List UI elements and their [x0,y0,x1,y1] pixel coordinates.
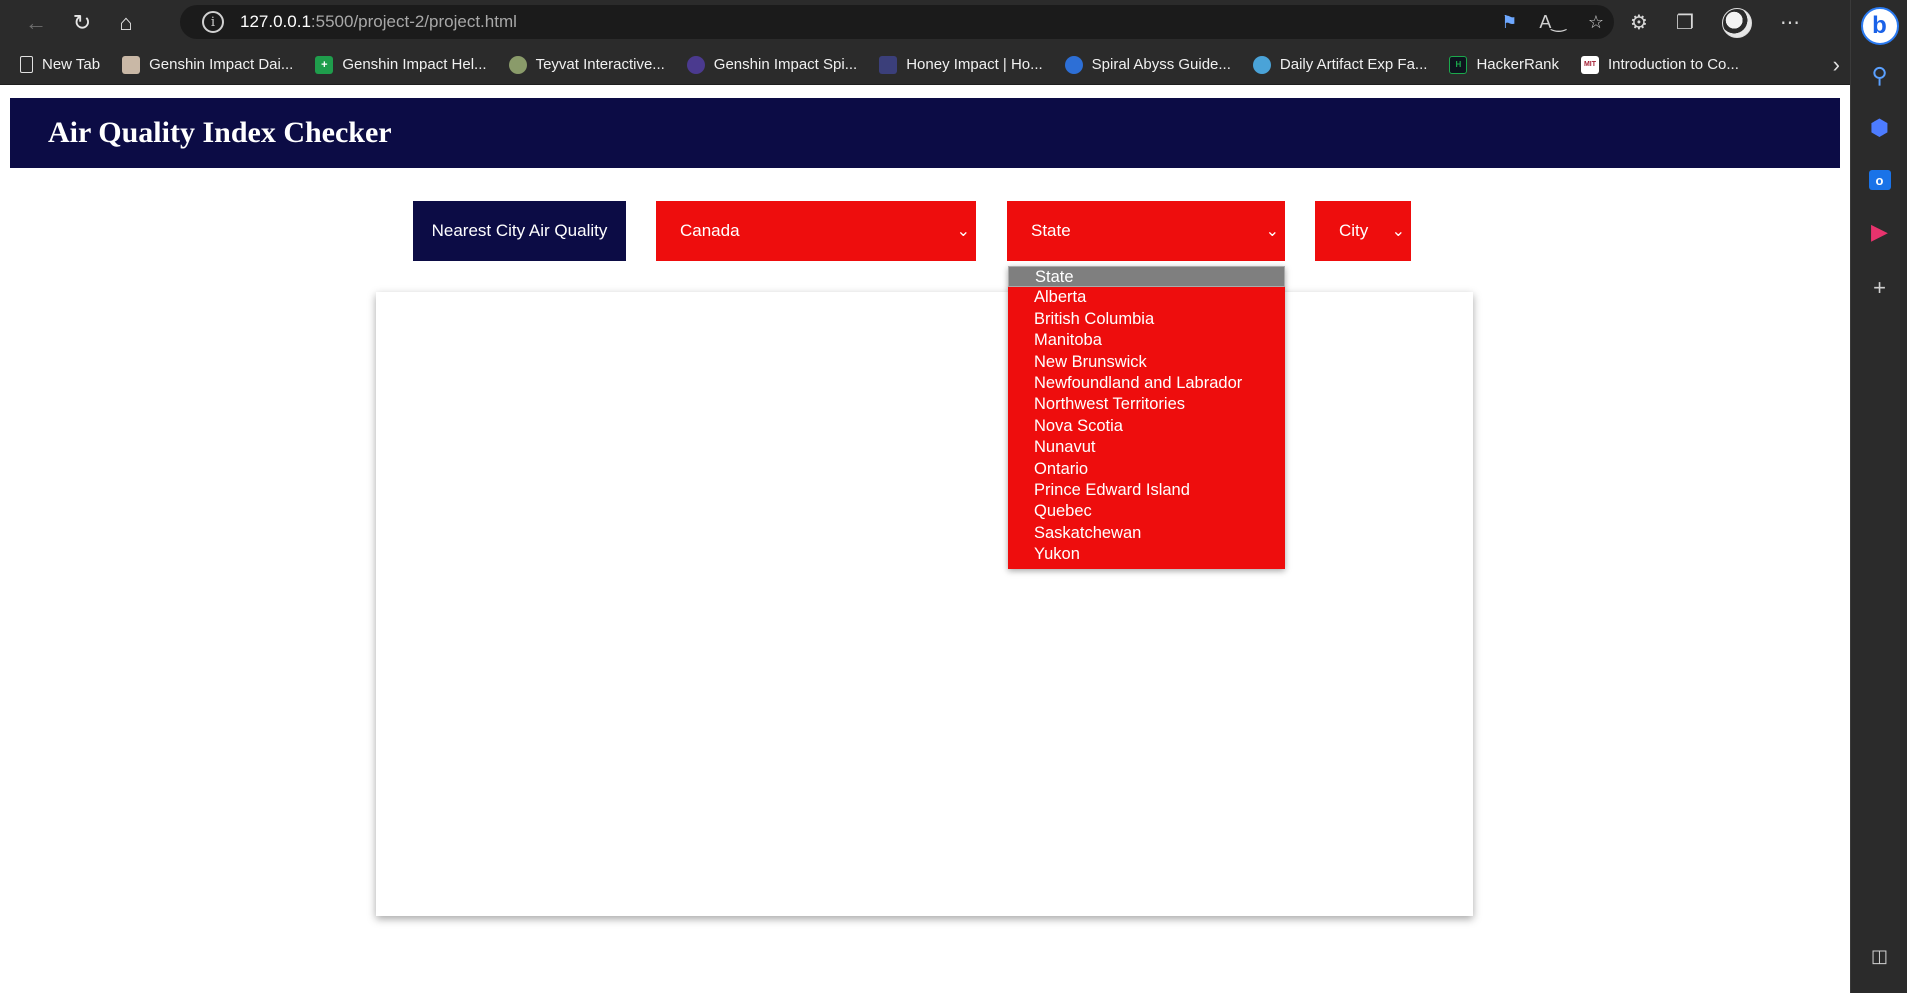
controls-row: Nearest City Air Quality Canada ⌄ State … [0,201,1850,261]
state-option[interactable]: Manitoba [1008,330,1285,351]
country-select[interactable]: Canada ⌄ [656,201,976,261]
bookmark-genshin-spiral[interactable]: Genshin Impact Spi... [686,55,858,74]
genshin-icon [122,55,141,74]
state-option[interactable]: Nunavut [1008,437,1285,458]
abyss-icon [1064,55,1083,74]
page-title: Air Quality Index Checker [48,116,392,149]
chevron-right-icon[interactable]: › [1833,45,1840,85]
honey-impact-icon [879,55,898,74]
url-path: :5500/project-2/project.html [310,12,517,31]
browser-toolbar: ← ↻ ⌂ i 127.0.0.1:5500/project-2/project… [0,0,1850,45]
bookmark-label: Honey Impact | Ho... [906,56,1043,73]
bookmark-genshin-daily[interactable]: Genshin Impact Dai... [122,55,294,74]
city-select[interactable]: City ⌄ [1315,201,1411,261]
chevron-down-icon: ⌄ [1265,223,1279,240]
bookmark-teyvat-map[interactable]: Teyvat Interactive... [508,55,665,74]
state-option[interactable]: Yukon [1008,544,1285,565]
bookmark-label: Daily Artifact Exp Fa... [1279,56,1428,73]
mit-ocw-icon: MIT [1580,55,1599,74]
page-icon [20,56,33,73]
drop-icon[interactable]: ▶ [1851,212,1907,252]
city-select-value: City [1339,221,1369,240]
state-option[interactable]: Quebec [1008,501,1285,522]
address-bar[interactable]: i 127.0.0.1:5500/project-2/project.html … [180,5,1614,39]
state-option[interactable]: Nova Scotia [1008,416,1285,437]
country-select-value: Canada [680,221,740,240]
bing-copilot-button[interactable]: b [1851,4,1907,48]
favorite-star-icon[interactable]: ☆ [1588,12,1604,33]
bookmark-label: Introduction to Co... [1607,56,1739,73]
bookmark-spiral-abyss[interactable]: Spiral Abyss Guide... [1064,55,1231,74]
search-icon[interactable]: ⚲ [1851,56,1907,96]
copilot-icon[interactable]: ⬢ [1851,108,1907,148]
nearest-city-button[interactable]: Nearest City Air Quality [413,201,626,261]
tag-icon[interactable]: ⚑ [1501,12,1517,33]
address-bar-actions: ⚑ A‿ ☆ [1501,5,1604,39]
extensions-icon[interactable]: ⚙ [1630,10,1648,35]
bookmark-daily-artifact[interactable]: Daily Artifact Exp Fa... [1252,55,1428,74]
bookmark-label: Spiral Abyss Guide... [1091,56,1231,73]
teyvat-map-icon [508,55,527,74]
read-aloud-icon[interactable]: A‿ [1539,12,1565,33]
bookmark-label: Teyvat Interactive... [535,56,665,73]
edge-sidebar: b ⚲ ⬢ o ▶ + ◫ [1850,0,1907,993]
state-option[interactable]: Prince Edward Island [1008,480,1285,501]
refresh-icon[interactable]: ↻ [60,5,104,41]
bookmark-hackerrank[interactable]: H HackerRank [1449,55,1559,74]
state-select[interactable]: State ⌄ [1007,201,1285,261]
bookmark-label: Genshin Impact Hel... [342,56,487,73]
state-option[interactable]: New Brunswick [1008,352,1285,373]
globe-icon [1252,55,1271,74]
bookmarks-bar: New Tab Genshin Impact Dai... + Genshin … [0,45,1850,85]
collections-icon[interactable]: ❐ [1676,10,1694,35]
back-arrow-icon[interactable]: ← [14,5,58,41]
state-option[interactable]: State [1008,266,1285,288]
bookmark-new-tab[interactable]: New Tab [20,56,100,73]
state-dropdown-list: State Alberta British Columbia Manitoba … [1008,266,1285,569]
bing-icon: b [1860,7,1899,45]
state-option[interactable]: Northwest Territories [1008,394,1285,415]
bookmark-honey-impact[interactable]: Honey Impact | Ho... [879,55,1043,74]
more-menu-icon[interactable]: ⋯ [1780,10,1800,35]
bookmark-label: HackerRank [1476,56,1559,73]
url-host: 127.0.0.1 [240,12,311,31]
bookmark-mit-ocw[interactable]: MIT Introduction to Co... [1580,55,1739,74]
state-option[interactable]: British Columbia [1008,309,1285,330]
browser-tools: ⚙ ❐ ⋯ [1630,0,1800,45]
state-option[interactable]: Saskatchewan [1008,523,1285,544]
sidebar-toggle-icon[interactable]: ◫ [1851,936,1907,976]
chevron-down-icon: ⌄ [956,223,970,240]
state-select-value: State [1031,221,1071,240]
plus-green-icon: + [315,55,334,74]
state-option[interactable]: Ontario [1008,459,1285,480]
url-text[interactable]: 127.0.0.1:5500/project-2/project.html [240,12,517,32]
state-option[interactable]: Alberta [1008,287,1285,308]
state-option[interactable]: Newfoundland and Labrador [1008,373,1285,394]
bookmark-genshin-helper[interactable]: + Genshin Impact Hel... [315,55,487,74]
site-info-icon[interactable]: i [202,11,224,33]
app-header: Air Quality Index Checker [10,98,1840,168]
bookmark-label: Genshin Impact Dai... [149,56,294,73]
page-content: Air Quality Index Checker Nearest City A… [0,86,1850,993]
home-icon[interactable]: ⌂ [104,5,148,41]
chevron-down-icon: ⌄ [1391,223,1405,240]
spiral-icon [686,55,705,74]
outlook-icon[interactable]: o [1851,160,1907,200]
bookmark-label: Genshin Impact Spi... [713,56,858,73]
profile-avatar[interactable] [1721,7,1752,38]
result-card [376,292,1473,916]
bookmark-label: New Tab [42,56,101,73]
hackerrank-icon: H [1449,55,1468,74]
add-icon[interactable]: + [1851,268,1907,308]
